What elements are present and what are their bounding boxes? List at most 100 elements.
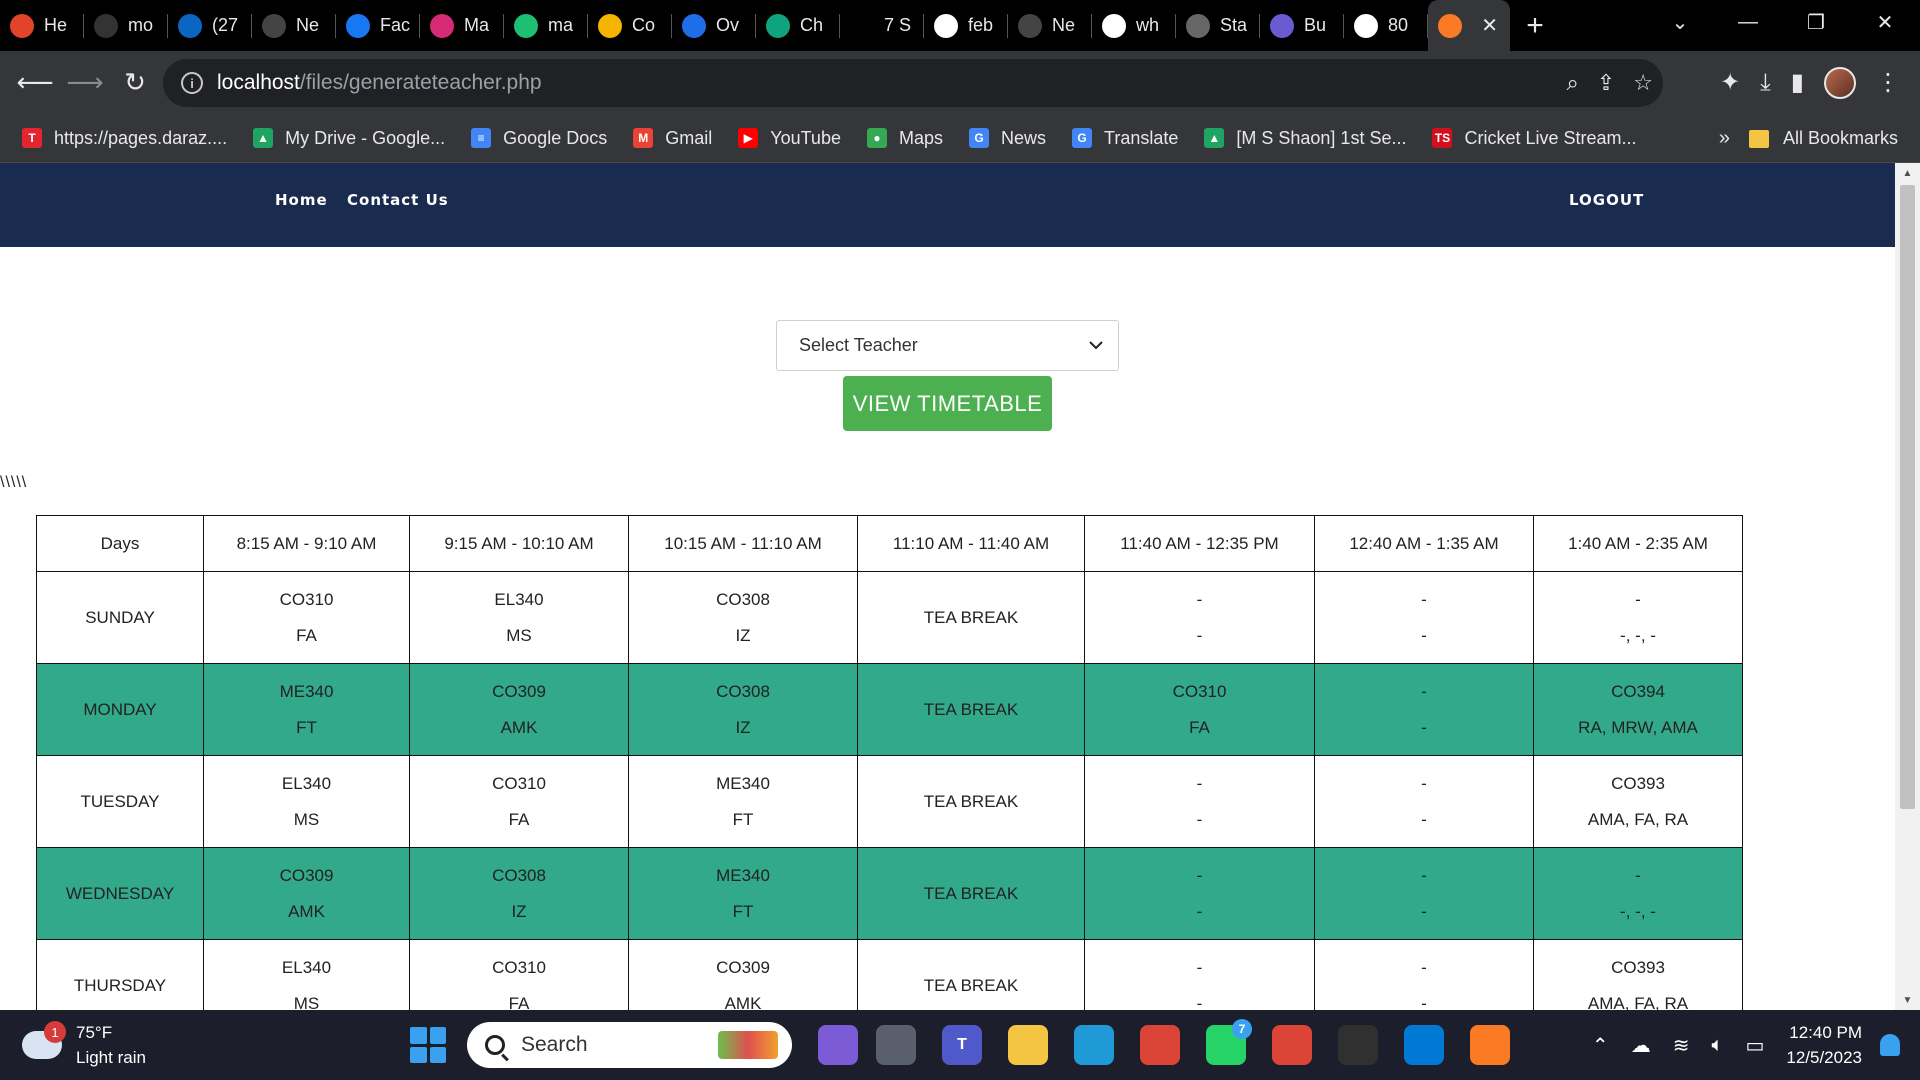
taskbar-search-label: Search: [521, 1033, 588, 1056]
site-info-icon[interactable]: i: [181, 72, 203, 94]
github-icon: [94, 13, 118, 38]
vscode-icon[interactable]: [1404, 1025, 1444, 1065]
course-code: TEA BREAK: [923, 791, 1019, 811]
xampp-icon[interactable]: [1470, 1025, 1510, 1065]
bookmark-label: Gmail: [665, 127, 713, 148]
bookmark-item[interactable]: ● Maps: [866, 128, 943, 149]
browser-tab[interactable]: mo: [84, 0, 168, 51]
wifi-icon[interactable]: ≋: [1673, 1033, 1690, 1058]
teacher-initials: FT: [732, 809, 754, 829]
browser-tab[interactable]: Ch: [756, 0, 840, 51]
browser-tab[interactable]: Ne: [1008, 0, 1092, 51]
forward-button[interactable]: ⟶: [62, 60, 108, 106]
timetable-header-cell: 1:40 AM - 2:35 AM: [1533, 515, 1743, 572]
browser-tab[interactable]: Ov: [672, 0, 756, 51]
zoom-icon[interactable]: ⌕: [1567, 70, 1579, 96]
site-navbar: Home Contact Us LOGOUT: [0, 163, 1895, 247]
browser-tab[interactable]: Co: [588, 0, 672, 51]
nav-contact-link[interactable]: Contact Us: [347, 191, 449, 209]
timetable-cell: --: [1084, 755, 1315, 848]
browser-tab[interactable]: ✕: [1428, 0, 1510, 51]
course-code: -: [1635, 865, 1641, 885]
browser-tab[interactable]: Sta: [1176, 0, 1260, 51]
new-tab-button[interactable]: +: [1510, 0, 1560, 51]
scroll-up-icon[interactable]: ▲: [1895, 163, 1920, 183]
close-window-icon[interactable]: ✕: [1855, 0, 1915, 44]
bookmark-item[interactable]: ▶ YouTube: [738, 128, 841, 149]
course-code: CO394: [1611, 681, 1665, 701]
bookmark-item[interactable]: TS Cricket Live Stream...: [1432, 128, 1637, 149]
timetable-cell: CO394 RA, MRW, AMA: [1533, 663, 1743, 756]
scroll-down-icon[interactable]: ▼: [1895, 990, 1920, 1010]
browser-tab-label: Ma: [464, 15, 490, 35]
tab-search-chevron-icon[interactable]: ⌄: [1650, 0, 1710, 44]
browser-tab[interactable]: Ma: [420, 0, 504, 51]
copilot-icon[interactable]: [818, 1025, 858, 1065]
bookmarks-overflow-button[interactable]: »: [1719, 114, 1730, 163]
bookmark-star-icon[interactable]: ☆: [1633, 70, 1653, 96]
scrollbar-thumb[interactable]: [1900, 185, 1915, 809]
nav-logout-link[interactable]: LOGOUT: [1569, 191, 1644, 209]
chevron-up-icon[interactable]: ⌃: [1592, 1033, 1609, 1058]
share-icon[interactable]: ⇪: [1597, 70, 1615, 96]
browser-tab[interactable]: Bu: [1260, 0, 1344, 51]
chrome-icon[interactable]: [1140, 1025, 1180, 1065]
profile-avatar[interactable]: [1824, 66, 1856, 99]
edge-icon[interactable]: [1074, 1025, 1114, 1065]
back-button[interactable]: ⟵: [12, 60, 58, 106]
obs-icon[interactable]: [1338, 1025, 1378, 1065]
teams-icon[interactable]: T: [942, 1025, 982, 1065]
browser-tab[interactable]: 80: [1344, 0, 1428, 51]
browser-tab[interactable]: ma: [504, 0, 588, 51]
bookmark-item[interactable]: G News: [968, 128, 1046, 149]
windows-start-icon[interactable]: [410, 1027, 446, 1063]
page-scrollbar[interactable]: ▲ ▼: [1895, 163, 1920, 1010]
battery-icon[interactable]: ▭: [1745, 1033, 1764, 1058]
chrome-profile-icon[interactable]: [1272, 1025, 1312, 1065]
address-bar[interactable]: i localhost/files/generateteacher.php ⌕ …: [163, 59, 1663, 107]
url-text[interactable]: localhost/files/generateteacher.php: [217, 71, 542, 95]
nav-home-link[interactable]: Home: [275, 191, 328, 209]
browser-tab[interactable]: 7 S: [840, 0, 924, 51]
view-timetable-button[interactable]: VIEW TIMETABLE: [843, 376, 1052, 431]
whatsapp-icon[interactable]: 7: [1206, 1019, 1252, 1065]
timetable-header-cell: 10:15 AM - 11:10 AM: [628, 515, 858, 572]
taskbar-search[interactable]: Search: [467, 1022, 792, 1068]
volume-icon[interactable]: 🔈︎: [1711, 1034, 1723, 1057]
course-code: EL340: [494, 589, 544, 609]
clock[interactable]: 12:40 PM 12/5/2023: [1786, 1020, 1862, 1070]
browser-tab-label: Bu: [1304, 15, 1327, 35]
course-code: -: [1421, 681, 1427, 701]
bookmark-item[interactable]: M Gmail: [633, 128, 712, 149]
select-teacher-dropdown[interactable]: Select Teacher: [776, 320, 1119, 371]
all-bookmarks-button[interactable]: All Bookmarks: [1748, 114, 1898, 163]
download-icon[interactable]: ⤓: [1760, 69, 1771, 97]
teacher-initials: -: [1421, 625, 1427, 645]
bookmark-item[interactable]: ▲ My Drive - Google...: [253, 128, 445, 149]
reload-button[interactable]: ↻: [112, 60, 158, 106]
weather-badge: 1: [44, 1021, 66, 1043]
file-explorer-icon[interactable]: [1008, 1025, 1048, 1065]
browser-tab[interactable]: Fac: [336, 0, 420, 51]
browser-tab[interactable]: Ne: [252, 0, 336, 51]
weather-widget[interactable]: 1 75°F Light rain: [22, 1020, 146, 1070]
onedrive-icon[interactable]: ☁: [1631, 1033, 1651, 1058]
browser-tab[interactable]: feb: [924, 0, 1008, 51]
minimize-icon[interactable]: —: [1718, 0, 1778, 44]
bookmark-item[interactable]: G Translate: [1072, 128, 1178, 149]
bookmark-item[interactable]: Thttps://pages.daraz....: [22, 128, 227, 149]
task-view-icon[interactable]: [876, 1025, 916, 1065]
browser-tab[interactable]: wh: [1092, 0, 1176, 51]
browser-tab-label: 7 S: [884, 15, 912, 35]
browser-tab[interactable]: (27: [168, 0, 252, 51]
restore-icon[interactable]: ❐: [1786, 0, 1846, 44]
extensions-icon[interactable]: ✦: [1720, 68, 1740, 97]
notification-bell-icon[interactable]: [1880, 1034, 1900, 1056]
close-tab-icon[interactable]: ✕: [1481, 13, 1498, 38]
side-panel-icon[interactable]: ▮: [1791, 68, 1804, 97]
browser-tab[interactable]: He: [0, 0, 84, 51]
course-code: -: [1421, 865, 1427, 885]
browser-menu-icon[interactable]: ⋮: [1876, 68, 1900, 97]
bookmark-item[interactable]: ≡ Google Docs: [471, 128, 607, 149]
bookmark-item[interactable]: ▲ [M S Shaon] 1st Se...: [1204, 128, 1406, 149]
